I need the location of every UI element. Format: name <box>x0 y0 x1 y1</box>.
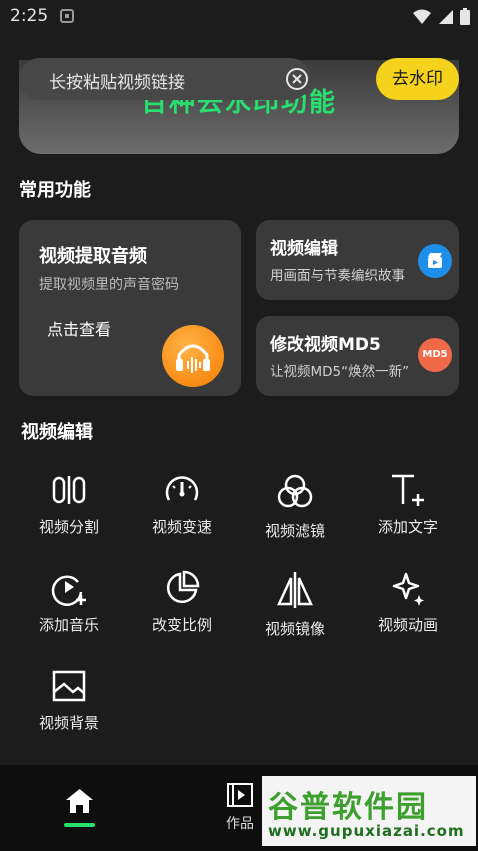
clear-icon[interactable] <box>285 67 309 95</box>
tool-add-music[interactable]: 添加音乐 <box>19 570 119 635</box>
tool-add-text[interactable]: 添加文字 <box>358 472 458 537</box>
tool-label: 视频动画 <box>377 616 438 634</box>
film-icon <box>227 783 253 807</box>
wifi-icon <box>412 9 432 29</box>
sparkle-icon <box>392 572 424 606</box>
tool-label: 添加文字 <box>377 518 438 536</box>
video-edit-subtitle: 用画面与节奏编织故事 <box>270 268 405 284</box>
signal-icon <box>438 9 454 29</box>
add-text-icon <box>392 474 424 506</box>
tool-video-split[interactable]: 视频分割 <box>19 472 119 537</box>
modify-md5-card[interactable]: 修改视频MD5 让视频MD5“焕然一新” MD5 <box>256 316 459 396</box>
tool-video-speed[interactable]: 视频变速 <box>132 472 232 537</box>
tab-home[interactable] <box>64 787 95 819</box>
modify-md5-title: 修改视频MD5 <box>270 335 381 355</box>
modify-md5-subtitle: 让视频MD5“焕然一新” <box>270 364 410 380</box>
tab-works[interactable]: 作品 <box>220 783 260 833</box>
tool-label: 改变比例 <box>151 616 212 634</box>
tool-video-animation[interactable]: 视频动画 <box>358 570 458 635</box>
view-link[interactable]: 点击查看 <box>47 316 111 340</box>
link-input[interactable]: 长按粘贴视频链接 <box>19 58 311 100</box>
battery-icon <box>460 8 470 29</box>
md5-badge: MD5 <box>418 338 452 372</box>
remove-watermark-button[interactable]: 去水印 <box>376 58 459 100</box>
tool-label: 视频变速 <box>151 518 212 536</box>
extract-audio-card[interactable]: 视频提取音频 提取视频里的声音密码 点击查看 <box>19 220 241 396</box>
tool-label: 视频镜像 <box>264 620 325 638</box>
extract-audio-title: 视频提取音频 <box>39 246 147 267</box>
tool-video-filter[interactable]: 视频滤镜 <box>245 472 345 541</box>
add-music-icon <box>51 575 86 606</box>
link-input-placeholder: 长按粘贴视频链接 <box>49 73 185 93</box>
notification-icon <box>60 8 74 27</box>
ratio-icon <box>166 570 200 604</box>
watermark-url: www.gupuxiazai.com <box>268 822 465 840</box>
watermark-brand: 谷普软件园 <box>268 790 428 825</box>
video-edit-title: 视频编辑 <box>270 239 338 259</box>
tool-change-ratio[interactable]: 改变比例 <box>132 570 232 635</box>
home-icon <box>66 789 93 813</box>
filter-icon <box>277 474 313 508</box>
tool-label: 视频分割 <box>38 518 99 536</box>
tool-video-mirror[interactable]: 视频镜像 <box>245 570 345 639</box>
background-icon <box>52 670 86 702</box>
tool-label: 视频背景 <box>38 714 99 732</box>
clapper-icon <box>418 244 452 278</box>
section-title-common: 常用功能 <box>19 180 91 201</box>
status-bar: 2:25 <box>0 0 478 34</box>
extract-audio-subtitle: 提取视频里的声音密码 <box>39 277 179 293</box>
tool-video-background[interactable]: 视频背景 <box>19 668 119 733</box>
tool-label: 添加音乐 <box>38 616 99 634</box>
active-tab-indicator <box>64 823 95 827</box>
site-watermark: 谷普软件园 www.gupuxiazai.com <box>262 776 476 846</box>
section-title-edit: 视频编辑 <box>21 422 93 443</box>
video-edit-card[interactable]: 视频编辑 用画面与节奏编织故事 <box>256 220 459 300</box>
status-time: 2:25 <box>10 6 49 26</box>
tool-label: 视频滤镜 <box>264 522 325 540</box>
headphones-icon <box>162 325 224 387</box>
mirror-icon <box>277 572 313 608</box>
split-icon <box>52 476 86 504</box>
tab-works-label: 作品 <box>226 816 254 832</box>
speedometer-icon <box>165 476 199 501</box>
